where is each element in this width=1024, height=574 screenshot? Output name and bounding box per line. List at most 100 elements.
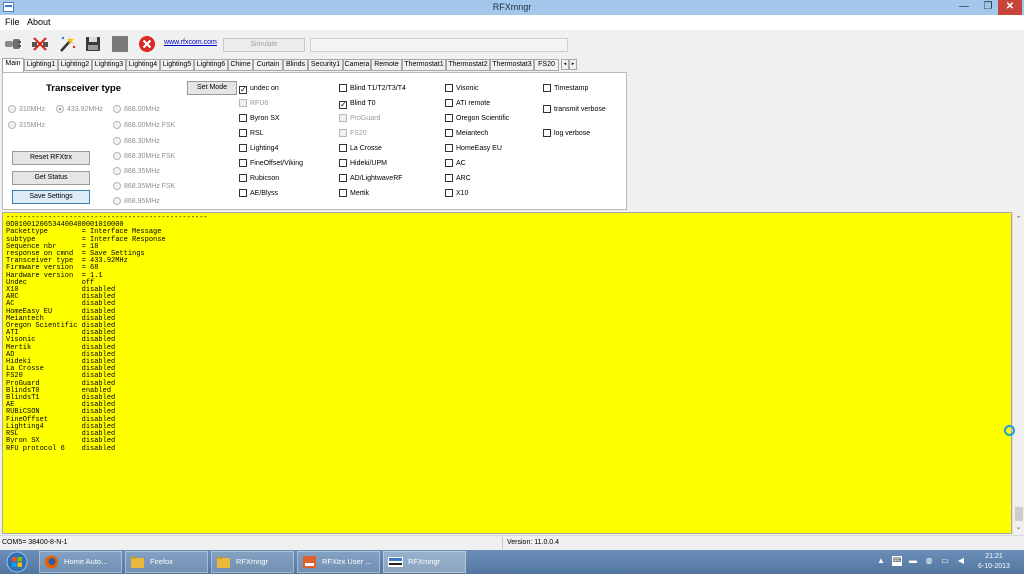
display-icon[interactable]: ▭: [940, 556, 950, 566]
minimize-icon[interactable]: —: [952, 0, 976, 15]
checkbox-option[interactable]: transmit verbose: [543, 105, 606, 114]
tab-curtain[interactable]: Curtain: [253, 59, 283, 71]
tab-main[interactable]: Main: [2, 58, 24, 72]
device-icon[interactable]: ▬: [908, 556, 918, 566]
simulate-button[interactable]: Simulate: [223, 38, 305, 52]
checkbox-option[interactable]: ATI remote: [445, 99, 490, 108]
save-settings-button[interactable]: Save Settings: [12, 190, 90, 204]
checkbox-option[interactable]: AC: [445, 159, 466, 168]
tab-fs20[interactable]: FS20: [534, 59, 559, 71]
radio-freq[interactable]: 868.00MHz FSK: [113, 121, 175, 130]
radio-freq[interactable]: 315MHz: [8, 121, 45, 130]
network-icon[interactable]: ◍: [924, 556, 934, 566]
checkbox-option[interactable]: Meiantech: [445, 129, 488, 138]
exit-icon[interactable]: [138, 35, 156, 53]
get-status-button[interactable]: Get Status: [12, 171, 90, 185]
save-icon[interactable]: [84, 35, 102, 53]
stop-icon[interactable]: [111, 35, 129, 53]
set-mode-button[interactable]: Set Mode: [187, 81, 237, 95]
keyboard-icon[interactable]: ⌨: [892, 556, 902, 566]
checkbox-box: [445, 99, 453, 107]
checkbox-label: Visonic: [456, 85, 479, 92]
checkbox-option[interactable]: Blind T1/T2/T3/T4: [339, 84, 406, 93]
checkbox-box: [543, 129, 551, 137]
magic-wand-icon[interactable]: [58, 35, 76, 53]
radio-freq[interactable]: 310MHz: [8, 105, 45, 114]
tab-blinds[interactable]: Blinds: [283, 59, 308, 71]
task-rfxmngr-folder[interactable]: RFXmngr: [211, 551, 294, 573]
tab-camera[interactable]: Camera: [343, 59, 371, 71]
tab-security1[interactable]: Security1: [308, 59, 343, 71]
restore-icon[interactable]: ❐: [976, 0, 1000, 15]
checkbox-option[interactable]: log verbose: [543, 129, 590, 138]
tab-lighting3[interactable]: Lighting3: [92, 59, 126, 71]
tab-scroll-right-icon[interactable]: ▸: [569, 59, 577, 70]
menu-file[interactable]: File: [5, 17, 20, 27]
tab-lighting4[interactable]: Lighting4: [126, 59, 160, 71]
reset-rfxtrx-button[interactable]: Reset RFXtrx: [12, 151, 90, 165]
radio-freq[interactable]: 868.35MHz FSK: [113, 182, 175, 191]
clock[interactable]: 21:21 6-10-2013: [968, 552, 1020, 572]
tray-expand-icon[interactable]: ▲: [876, 556, 886, 566]
close-icon[interactable]: ✕: [998, 0, 1022, 15]
radio-freq[interactable]: 868.30MHz FSK: [113, 152, 175, 161]
radio-freq[interactable]: 868.95MHz: [113, 197, 160, 206]
start-icon[interactable]: [4, 551, 30, 573]
log-scrollbar[interactable]: ⌃ ⌄: [1012, 212, 1024, 534]
checkbox-option[interactable]: ✓ undec on: [239, 84, 279, 94]
checkbox-option[interactable]: AD/LightwaveRF: [339, 174, 403, 183]
menu-about[interactable]: About: [27, 17, 51, 27]
tab-lighting5[interactable]: Lighting5: [160, 59, 194, 71]
tab-thermostat3[interactable]: Thermostat3: [490, 59, 534, 71]
scroll-down-icon[interactable]: ⌄: [1013, 523, 1024, 533]
radio-indicator: [113, 137, 121, 145]
rfxcom-link[interactable]: www.rfxcom.com: [164, 39, 217, 46]
checkbox-option[interactable]: Byron SX: [239, 114, 280, 123]
checkbox-label: FineOffset/Viking: [250, 160, 304, 167]
checkbox-option[interactable]: Oregon Scientific: [445, 114, 509, 123]
checkbox-option[interactable]: ProGuard: [339, 114, 380, 123]
tab-lighting2[interactable]: Lighting2: [58, 59, 92, 71]
tab-lighting6[interactable]: Lighting6: [194, 59, 228, 71]
task-rfxmngr-app[interactable]: RFXmngr: [383, 551, 466, 573]
tab-thermostat1[interactable]: Thermostat1: [402, 59, 446, 71]
checkbox-option[interactable]: Hideki/UPM: [339, 159, 387, 168]
tab-chime[interactable]: Chime: [228, 59, 253, 71]
task-rfxtrx-user-pdf[interactable]: RFXtrx User ...: [297, 551, 380, 573]
scroll-up-icon[interactable]: ⌃: [1013, 215, 1024, 225]
checkbox-option[interactable]: Timestamp: [543, 84, 588, 93]
task-home-auto[interactable]: Home Auto...: [39, 551, 122, 573]
radio-freq[interactable]: 868.00MHz: [113, 105, 160, 114]
radio-freq[interactable]: 868.30MHz: [113, 137, 160, 146]
checkbox-option[interactable]: HomeEasy EU: [445, 144, 502, 153]
radio-freq[interactable]: 433.92MHz: [56, 105, 103, 114]
checkbox-option[interactable]: ARC: [445, 174, 471, 183]
checkbox-box: [445, 129, 453, 137]
tab-lighting1[interactable]: Lighting1: [24, 59, 58, 71]
task-firefox-folder[interactable]: Firefox: [125, 551, 208, 573]
checkbox-option[interactable]: FineOffset/Viking: [239, 159, 303, 168]
volume-icon[interactable]: ◀: [956, 556, 966, 566]
scroll-thumb[interactable]: [1015, 507, 1023, 521]
tab-remote[interactable]: Remote: [371, 59, 402, 71]
log-output[interactable]: ----------------------------------------…: [2, 212, 1012, 534]
connect-icon[interactable]: [4, 35, 22, 53]
checkbox-label: ATI remote: [456, 100, 491, 107]
checkbox-option[interactable]: Visonic: [445, 84, 478, 93]
checkbox-option[interactable]: ✓ Blind T0: [339, 99, 376, 109]
toolbar-field[interactable]: [310, 38, 568, 52]
checkbox-option[interactable]: Lighting4: [239, 144, 278, 153]
checkbox-box: [239, 174, 247, 182]
checkbox-option[interactable]: Rubicson: [239, 174, 279, 183]
checkbox-option[interactable]: X10: [445, 189, 468, 198]
checkbox-option[interactable]: Mertik: [339, 189, 369, 198]
checkbox-option[interactable]: RFU6: [239, 99, 268, 108]
disconnect-icon[interactable]: [31, 35, 49, 53]
checkbox-option[interactable]: La Crosse: [339, 144, 382, 153]
checkbox-option[interactable]: RSL: [239, 129, 264, 138]
checkbox-option[interactable]: AE/Blyss: [239, 189, 278, 198]
radio-freq[interactable]: 868.35MHz: [113, 167, 160, 176]
tab-thermostat2[interactable]: Thermostat2: [446, 59, 490, 71]
tab-scroll-left-icon[interactable]: ◂: [561, 59, 569, 70]
checkbox-option[interactable]: FS20: [339, 129, 367, 138]
